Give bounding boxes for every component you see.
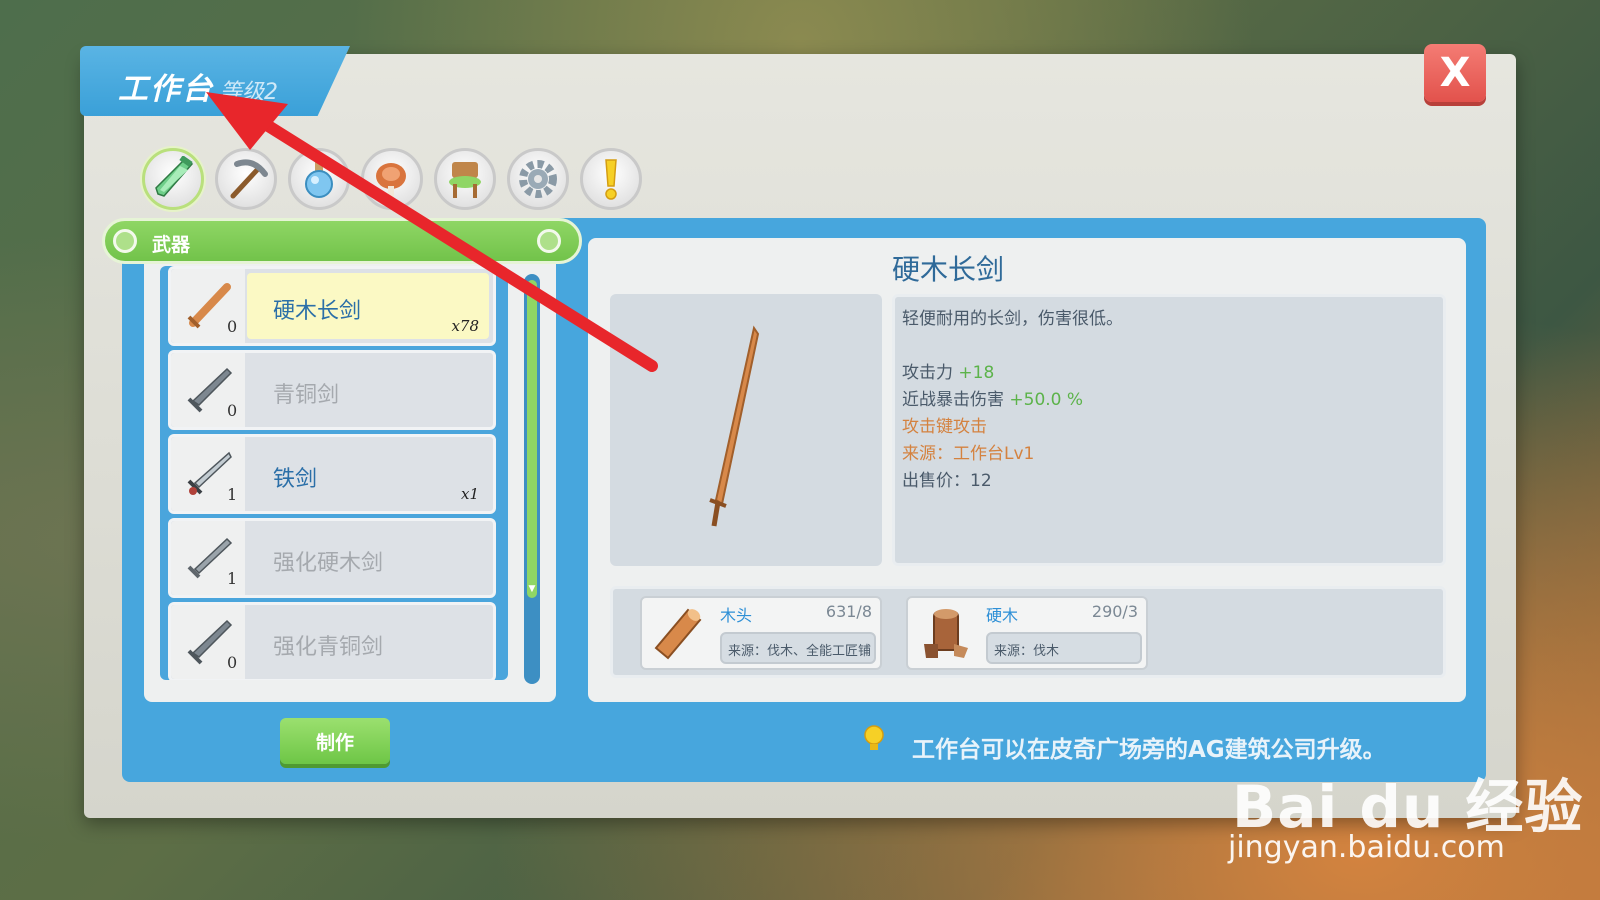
material-qty: 290/3 bbox=[1091, 602, 1138, 621]
item-icon-frame: 1 bbox=[171, 521, 245, 595]
header-dot-left bbox=[113, 229, 137, 253]
material-card[interactable]: 硬木 290/3 来源：伐木 bbox=[906, 596, 1148, 670]
list-item[interactable]: 1 铁剑 x1 bbox=[168, 434, 496, 514]
item-description: 轻便耐用的长剑，伤害很低。 bbox=[902, 309, 1123, 329]
attack-stat: 攻击力 +18 bbox=[902, 358, 994, 383]
item-icon-frame: 0 bbox=[171, 269, 245, 343]
item-source: 来源：工作台Lv1 bbox=[902, 444, 1035, 464]
item-count: 1 bbox=[227, 485, 238, 504]
item-name-area: 强化青铜剑 bbox=[247, 609, 489, 675]
material-name: 硬木 bbox=[986, 606, 1019, 625]
tab-parts[interactable] bbox=[507, 148, 569, 210]
attack-value: +18 bbox=[958, 363, 995, 383]
material-name: 木头 bbox=[720, 606, 753, 625]
meat-icon bbox=[376, 163, 406, 198]
list-item[interactable]: 0 青铜剑 bbox=[168, 350, 496, 430]
potion-icon bbox=[305, 162, 333, 198]
chair-icon bbox=[449, 162, 481, 198]
recipe-list[interactable]: 0 硬木长剑 x78 0 青铜剑 1 铁剑 x1 1 强化硬木剑 0 强化青铜剑 bbox=[160, 266, 508, 680]
close-button[interactable]: X bbox=[1424, 44, 1486, 102]
craft-button[interactable]: 制作 bbox=[280, 718, 390, 764]
tab-food[interactable] bbox=[361, 148, 423, 210]
tab-tools[interactable] bbox=[215, 148, 277, 210]
item-name: 铁剑 bbox=[273, 467, 318, 492]
category-label: 武器 bbox=[152, 234, 191, 256]
window-title: 工作台 bbox=[118, 72, 214, 107]
log-icon bbox=[654, 608, 702, 660]
item-count: 0 bbox=[227, 317, 238, 336]
attack-key-hint: 攻击键攻击 bbox=[902, 417, 987, 437]
item-name-area: 硬木长剑 x78 bbox=[247, 273, 489, 339]
tab-furniture[interactable] bbox=[434, 148, 496, 210]
tab-weapons[interactable] bbox=[142, 148, 204, 210]
crit-stat: 近战暴击伤害 +50.0 % bbox=[902, 385, 1083, 410]
item-name: 青铜剑 bbox=[273, 383, 340, 408]
material-source: 来源：伐木、全能工匠铺 bbox=[720, 632, 876, 664]
detail-title: 硬木长剑 bbox=[891, 253, 1004, 286]
gear-icon bbox=[519, 160, 557, 198]
material-card[interactable]: 木头 631/8 来源：伐木、全能工匠铺 bbox=[640, 596, 882, 670]
list-item[interactable]: 0 硬木长剑 x78 bbox=[168, 266, 496, 346]
lightbulb-icon bbox=[864, 725, 884, 750]
item-icon-frame: 0 bbox=[171, 605, 245, 679]
header-dot-right bbox=[537, 229, 561, 253]
wooden-longsword-icon bbox=[709, 325, 760, 527]
item-name-area: 强化硬木剑 bbox=[247, 525, 489, 591]
item-name-area: 青铜剑 bbox=[247, 357, 489, 423]
sword-icon bbox=[155, 156, 194, 197]
hardwood-icon bbox=[924, 609, 968, 658]
pickaxe-icon bbox=[230, 159, 268, 199]
material-qty: 631/8 bbox=[825, 602, 872, 621]
item-count: 0 bbox=[227, 653, 238, 672]
sell-price: 出售价：12 bbox=[902, 471, 992, 491]
item-icon-frame: 0 bbox=[171, 353, 245, 427]
crit-value: +50.0 % bbox=[1009, 390, 1084, 410]
item-count: 1 bbox=[227, 569, 238, 588]
item-name: 强化硬木剑 bbox=[273, 551, 384, 576]
item-name: 硬木长剑 bbox=[273, 299, 362, 324]
scroll-down-icon[interactable]: ▼ bbox=[527, 584, 537, 594]
list-item[interactable]: 0 强化青铜剑 bbox=[168, 602, 496, 680]
material-source: 来源：伐木 bbox=[986, 632, 1142, 664]
item-owned: x78 bbox=[451, 317, 479, 335]
item-preview bbox=[610, 294, 882, 566]
item-name-area: 铁剑 x1 bbox=[247, 441, 489, 507]
item-count: 0 bbox=[227, 401, 238, 420]
list-item[interactable]: 1 强化硬木剑 bbox=[168, 518, 496, 598]
exclamation-icon bbox=[605, 159, 617, 200]
item-icon-frame: 1 bbox=[171, 437, 245, 511]
upgrade-tip: 工作台可以在皮奇广场旁的AG建筑公司升级。 bbox=[912, 737, 1386, 763]
tab-misc[interactable] bbox=[580, 148, 642, 210]
scrollbar-thumb[interactable] bbox=[527, 280, 537, 598]
attack-label: 攻击力 bbox=[902, 363, 953, 383]
baidu-watermark-url: jingyan.baidu.com bbox=[1228, 830, 1505, 865]
workbench-level: 等级2 bbox=[220, 80, 278, 105]
tab-potions[interactable] bbox=[288, 148, 350, 210]
item-name: 强化青铜剑 bbox=[273, 635, 384, 660]
crit-label: 近战暴击伤害 bbox=[902, 390, 1004, 410]
item-owned: x1 bbox=[460, 485, 479, 503]
